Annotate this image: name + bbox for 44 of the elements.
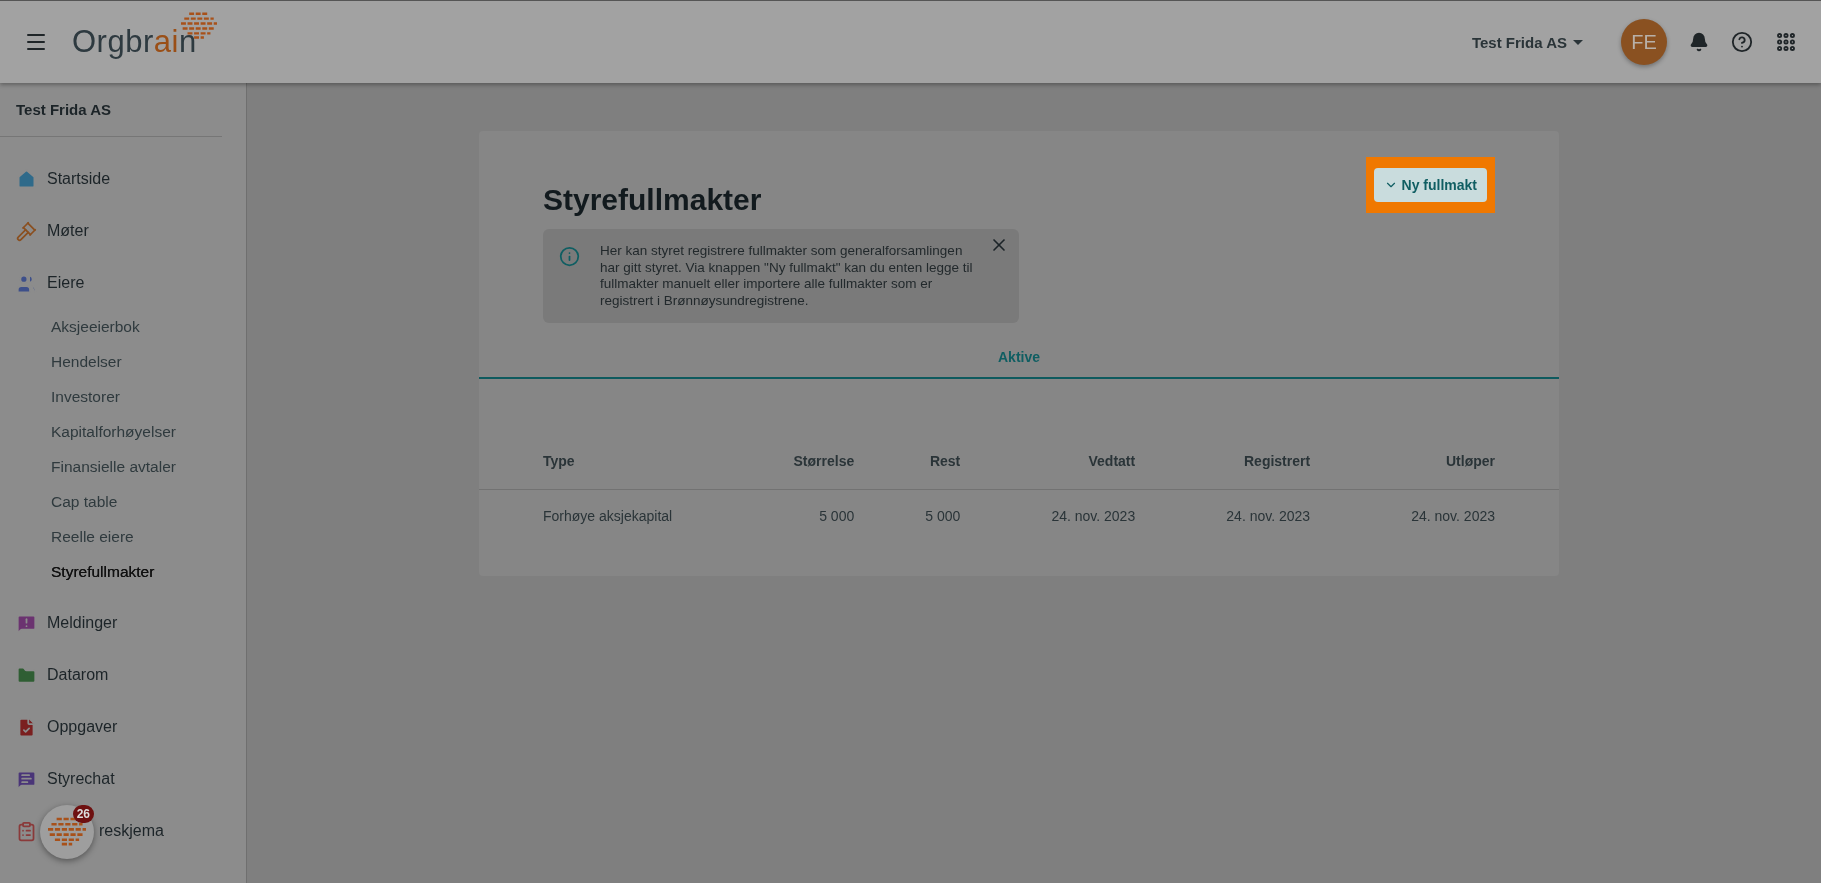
- sidebar-item[interactable]: Møter: [47, 222, 89, 240]
- tab[interactable]: Aktive: [998, 341, 1040, 377]
- sidebar-item[interactable]: Datarom: [47, 666, 109, 684]
- sidebar-subitem[interactable]: Cap table: [0, 484, 246, 519]
- logo-text: Orgbrain: [72, 24, 197, 60]
- page-title: Styrefullmakter: [543, 183, 762, 217]
- table-cell: 5 000: [751, 489, 895, 542]
- help-icon[interactable]: [1731, 31, 1753, 53]
- sidebar-subitem[interactable]: Hendelser: [0, 344, 246, 379]
- sidebar-item[interactable]: Oppgaver: [47, 718, 118, 736]
- table-cell: Forhøye aksjekapital: [479, 489, 752, 542]
- chat-bubble[interactable]: 26: [40, 805, 94, 859]
- column-header[interactable]: Vedtatt: [1000, 433, 1176, 490]
- company-name: Test Frida AS: [0, 101, 222, 137]
- sidebar-item[interactable]: Startside: [47, 170, 111, 188]
- table-cell: 24. nov. 2023: [1175, 489, 1351, 542]
- info-text: Her kan styret registrere fullmakter som generalforsamlingen har gitt styret. Via knappen "Ny fullmakt" kan du enten legge til fullmakter manuelt eller importere alle fullmakter som er registrert i Brønnøysundregistrene.: [600, 243, 974, 309]
- column-header[interactable]: Registrert: [1175, 433, 1351, 490]
- avatar[interactable]: FE: [1621, 19, 1667, 65]
- column-header[interactable]: Rest: [894, 433, 1001, 490]
- new-authorization-button[interactable]: Ny fullmakt: [1373, 168, 1487, 202]
- company-menu[interactable]: Test Frida AS: [1465, 32, 1589, 52]
- column-header[interactable]: Utløper: [1350, 433, 1559, 490]
- sidebar-subitem[interactable]: Aksjeeierbok: [0, 309, 246, 344]
- apps-grid-icon[interactable]: [1775, 31, 1797, 53]
- sidebar-subitem[interactable]: Styrefullmakter: [0, 554, 246, 589]
- notification-badge: 26: [72, 805, 94, 823]
- table-cell: 5 000: [894, 489, 1001, 542]
- caret-icon: [1573, 39, 1583, 45]
- brain-logo-icon: [48, 817, 86, 847]
- sidebar-item[interactable]: reskjema: [99, 822, 164, 840]
- sidebar-item[interactable]: Eiere: [47, 274, 85, 292]
- sidebar-item[interactable]: Meldinger: [47, 614, 118, 632]
- column-header[interactable]: Type: [479, 433, 752, 490]
- sidebar-subitem[interactable]: Reelle eiere: [0, 519, 246, 554]
- sidebar-subitem[interactable]: Investorer: [0, 379, 246, 414]
- table-cell: 24. nov. 2023: [1350, 489, 1559, 542]
- info-icon: [559, 246, 580, 268]
- column-header[interactable]: Størrelse: [751, 433, 895, 490]
- table-cell: 24. nov. 2023: [1000, 489, 1176, 542]
- bell-icon[interactable]: [1689, 32, 1709, 52]
- sidebar-subitem[interactable]: Finansielle avtaler: [0, 449, 246, 484]
- sidebar-item[interactable]: Styrechat: [47, 770, 115, 788]
- sidebar-subitem[interactable]: Kapitalforhøyelser: [0, 414, 246, 449]
